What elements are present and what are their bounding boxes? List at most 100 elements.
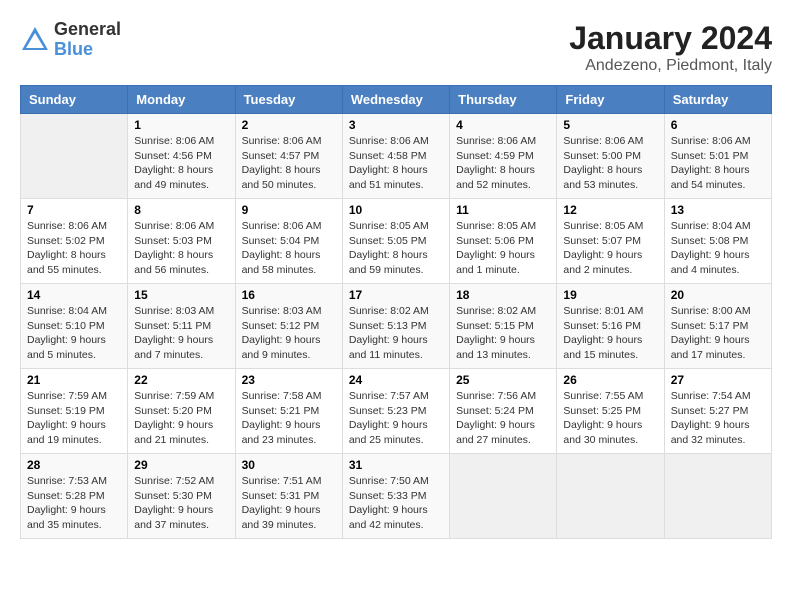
calendar-cell: 8Sunrise: 8:06 AM Sunset: 5:03 PM Daylig… bbox=[128, 199, 235, 284]
day-number: 26 bbox=[563, 373, 657, 387]
day-number: 1 bbox=[134, 118, 228, 132]
calendar-cell: 16Sunrise: 8:03 AM Sunset: 5:12 PM Dayli… bbox=[235, 284, 342, 369]
calendar-cell: 21Sunrise: 7:59 AM Sunset: 5:19 PM Dayli… bbox=[21, 369, 128, 454]
logo-icon bbox=[20, 25, 50, 55]
day-number: 24 bbox=[349, 373, 443, 387]
day-info: Sunrise: 7:56 AM Sunset: 5:24 PM Dayligh… bbox=[456, 389, 550, 448]
day-info: Sunrise: 8:05 AM Sunset: 5:06 PM Dayligh… bbox=[456, 219, 550, 278]
column-header-monday: Monday bbox=[128, 86, 235, 114]
day-info: Sunrise: 7:51 AM Sunset: 5:31 PM Dayligh… bbox=[242, 474, 336, 533]
calendar-body: 1 Sunrise: 8:06 AM Sunset: 4:56 PM Daylig… bbox=[21, 114, 772, 539]
day-number: 7 bbox=[27, 203, 121, 217]
day-number: 17 bbox=[349, 288, 443, 302]
calendar-week-row: 14Sunrise: 8:04 AM Sunset: 5:10 PM Dayli… bbox=[21, 284, 772, 369]
calendar-cell: 5 Sunrise: 8:06 AM Sunset: 5:00 PM Daylig… bbox=[557, 114, 664, 199]
calendar-week-row: 28 Sunrise: 7:53 AM Sunset: 5:28 PM Dayli… bbox=[21, 454, 772, 539]
calendar-cell bbox=[557, 454, 664, 539]
day-info: Sunrise: 7:59 AM Sunset: 5:19 PM Dayligh… bbox=[27, 389, 121, 448]
day-number: 11 bbox=[456, 203, 550, 217]
calendar-cell bbox=[21, 114, 128, 199]
day-number: 2 bbox=[242, 118, 336, 132]
day-number: 13 bbox=[671, 203, 765, 217]
day-info: Sunrise: 8:05 AM Sunset: 5:05 PM Dayligh… bbox=[349, 219, 443, 278]
calendar-cell: 7Sunrise: 8:06 AM Sunset: 5:02 PM Daylig… bbox=[21, 199, 128, 284]
day-number: 29 bbox=[134, 458, 228, 472]
calendar-cell: 11 Sunrise: 8:05 AM Sunset: 5:06 PM Dayli… bbox=[450, 199, 557, 284]
day-info: Sunrise: 8:00 AM Sunset: 5:17 PM Dayligh… bbox=[671, 304, 765, 363]
calendar-cell: 23 Sunrise: 7:58 AM Sunset: 5:21 PM Dayli… bbox=[235, 369, 342, 454]
title-block: January 2024 Andezeno, Piedmont, Italy bbox=[569, 20, 772, 75]
column-header-wednesday: Wednesday bbox=[342, 86, 449, 114]
column-header-tuesday: Tuesday bbox=[235, 86, 342, 114]
month-year-title: January 2024 bbox=[569, 20, 772, 57]
calendar-cell: 29Sunrise: 7:52 AM Sunset: 5:30 PM Dayli… bbox=[128, 454, 235, 539]
day-number: 28 bbox=[27, 458, 121, 472]
day-number: 10 bbox=[349, 203, 443, 217]
day-info: Sunrise: 8:06 AM Sunset: 4:58 PM Dayligh… bbox=[349, 134, 443, 193]
day-number: 30 bbox=[242, 458, 336, 472]
day-number: 9 bbox=[242, 203, 336, 217]
calendar-cell: 27 Sunrise: 7:54 AM Sunset: 5:27 PM Dayli… bbox=[664, 369, 771, 454]
column-header-saturday: Saturday bbox=[664, 86, 771, 114]
calendar-cell: 10 Sunrise: 8:05 AM Sunset: 5:05 PM Dayli… bbox=[342, 199, 449, 284]
calendar-week-row: 21Sunrise: 7:59 AM Sunset: 5:19 PM Dayli… bbox=[21, 369, 772, 454]
day-number: 5 bbox=[563, 118, 657, 132]
day-number: 23 bbox=[242, 373, 336, 387]
calendar-cell: 13 Sunrise: 8:04 AM Sunset: 5:08 PM Dayli… bbox=[664, 199, 771, 284]
day-number: 4 bbox=[456, 118, 550, 132]
calendar-cell: 12 Sunrise: 8:05 AM Sunset: 5:07 PM Dayli… bbox=[557, 199, 664, 284]
day-number: 20 bbox=[671, 288, 765, 302]
day-info: Sunrise: 8:06 AM Sunset: 5:00 PM Dayligh… bbox=[563, 134, 657, 193]
day-info: Sunrise: 8:06 AM Sunset: 4:57 PM Dayligh… bbox=[242, 134, 336, 193]
day-info: Sunrise: 8:06 AM Sunset: 5:03 PM Dayligh… bbox=[134, 219, 228, 278]
calendar-cell: 30 Sunrise: 7:51 AM Sunset: 5:31 PM Dayli… bbox=[235, 454, 342, 539]
calendar-week-row: 1 Sunrise: 8:06 AM Sunset: 4:56 PM Daylig… bbox=[21, 114, 772, 199]
day-number: 25 bbox=[456, 373, 550, 387]
day-info: Sunrise: 8:06 AM Sunset: 4:59 PM Dayligh… bbox=[456, 134, 550, 193]
calendar-cell: 17 Sunrise: 8:02 AM Sunset: 5:13 PM Dayli… bbox=[342, 284, 449, 369]
day-info: Sunrise: 8:02 AM Sunset: 5:15 PM Dayligh… bbox=[456, 304, 550, 363]
day-info: Sunrise: 8:05 AM Sunset: 5:07 PM Dayligh… bbox=[563, 219, 657, 278]
day-number: 27 bbox=[671, 373, 765, 387]
calendar-cell bbox=[450, 454, 557, 539]
calendar-cell: 22 Sunrise: 7:59 AM Sunset: 5:20 PM Dayli… bbox=[128, 369, 235, 454]
day-info: Sunrise: 7:55 AM Sunset: 5:25 PM Dayligh… bbox=[563, 389, 657, 448]
calendar-cell: 28 Sunrise: 7:53 AM Sunset: 5:28 PM Dayli… bbox=[21, 454, 128, 539]
day-number: 15 bbox=[134, 288, 228, 302]
calendar-cell: 9 Sunrise: 8:06 AM Sunset: 5:04 PM Daylig… bbox=[235, 199, 342, 284]
column-header-thursday: Thursday bbox=[450, 86, 557, 114]
logo-blue: Blue bbox=[54, 40, 121, 60]
calendar-cell: 1 Sunrise: 8:06 AM Sunset: 4:56 PM Daylig… bbox=[128, 114, 235, 199]
calendar-cell: 3 Sunrise: 8:06 AM Sunset: 4:58 PM Daylig… bbox=[342, 114, 449, 199]
day-info: Sunrise: 7:53 AM Sunset: 5:28 PM Dayligh… bbox=[27, 474, 121, 533]
day-info: Sunrise: 8:06 AM Sunset: 5:04 PM Dayligh… bbox=[242, 219, 336, 278]
day-info: Sunrise: 7:58 AM Sunset: 5:21 PM Dayligh… bbox=[242, 389, 336, 448]
day-number: 14 bbox=[27, 288, 121, 302]
column-header-friday: Friday bbox=[557, 86, 664, 114]
day-number: 22 bbox=[134, 373, 228, 387]
calendar-cell: 25 Sunrise: 7:56 AM Sunset: 5:24 PM Dayli… bbox=[450, 369, 557, 454]
day-info: Sunrise: 8:04 AM Sunset: 5:08 PM Dayligh… bbox=[671, 219, 765, 278]
calendar-cell: 26 Sunrise: 7:55 AM Sunset: 5:25 PM Dayli… bbox=[557, 369, 664, 454]
calendar-cell: 15Sunrise: 8:03 AM Sunset: 5:11 PM Dayli… bbox=[128, 284, 235, 369]
day-number: 19 bbox=[563, 288, 657, 302]
day-info: Sunrise: 7:54 AM Sunset: 5:27 PM Dayligh… bbox=[671, 389, 765, 448]
page-header: General Blue January 2024 Andezeno, Pied… bbox=[20, 20, 772, 75]
calendar-cell: 20 Sunrise: 8:00 AM Sunset: 5:17 PM Dayli… bbox=[664, 284, 771, 369]
day-info: Sunrise: 8:01 AM Sunset: 5:16 PM Dayligh… bbox=[563, 304, 657, 363]
calendar-header-row: SundayMondayTuesdayWednesdayThursdayFrid… bbox=[21, 86, 772, 114]
day-number: 18 bbox=[456, 288, 550, 302]
column-header-sunday: Sunday bbox=[21, 86, 128, 114]
day-number: 3 bbox=[349, 118, 443, 132]
day-info: Sunrise: 7:59 AM Sunset: 5:20 PM Dayligh… bbox=[134, 389, 228, 448]
calendar-cell: 18 Sunrise: 8:02 AM Sunset: 5:15 PM Dayli… bbox=[450, 284, 557, 369]
logo-general: General bbox=[54, 20, 121, 40]
day-info: Sunrise: 8:02 AM Sunset: 5:13 PM Dayligh… bbox=[349, 304, 443, 363]
logo: General Blue bbox=[20, 20, 121, 60]
logo-text: General Blue bbox=[54, 20, 121, 60]
day-info: Sunrise: 8:06 AM Sunset: 4:56 PM Dayligh… bbox=[134, 134, 228, 193]
day-info: Sunrise: 8:03 AM Sunset: 5:12 PM Dayligh… bbox=[242, 304, 336, 363]
calendar-cell bbox=[664, 454, 771, 539]
day-number: 12 bbox=[563, 203, 657, 217]
calendar-cell: 19 Sunrise: 8:01 AM Sunset: 5:16 PM Dayli… bbox=[557, 284, 664, 369]
